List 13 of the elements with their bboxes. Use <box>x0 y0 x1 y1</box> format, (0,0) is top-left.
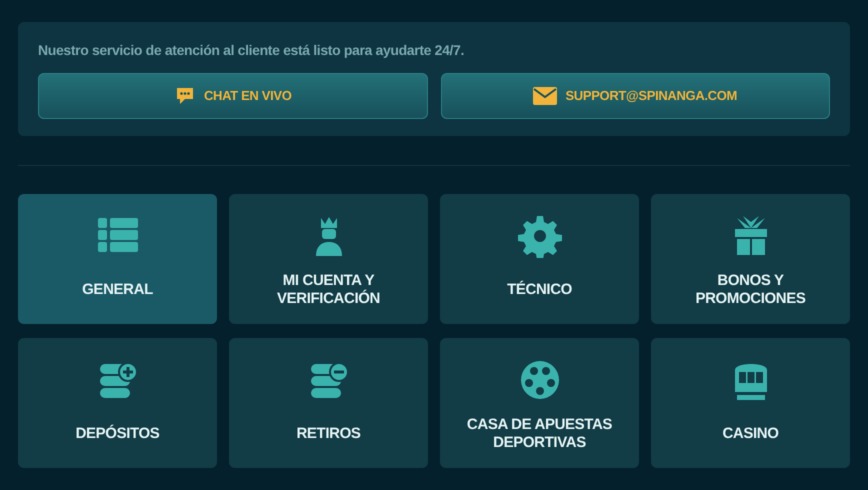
settings-icon <box>518 214 562 258</box>
category-card[interactable]: RETIROS <box>229 338 428 468</box>
category-card[interactable]: CASA DE APUESTAS DEPORTIVAS <box>440 338 639 468</box>
category-card[interactable]: GENERAL <box>18 194 217 324</box>
support-message: Nuestro servicio de atención al cliente está listo para ayudarte 24/7. <box>38 41 466 60</box>
chat-button[interactable]: CHAT EN VIVO <box>38 73 428 119</box>
envelope-icon <box>533 87 558 105</box>
category-card[interactable]: TÉCNICO <box>440 194 639 324</box>
category-card[interactable]: DEPÓSITOS <box>18 338 217 468</box>
category-card[interactable]: BONOS Y PROMOCIONES <box>651 194 850 324</box>
email-button[interactable]: SUPPORT@SPINANGA.COM <box>440 73 830 119</box>
category-card[interactable]: MI CUENTA Y VERIFICACIÓN <box>229 194 428 324</box>
category-card[interactable]: CASINO <box>651 338 850 468</box>
